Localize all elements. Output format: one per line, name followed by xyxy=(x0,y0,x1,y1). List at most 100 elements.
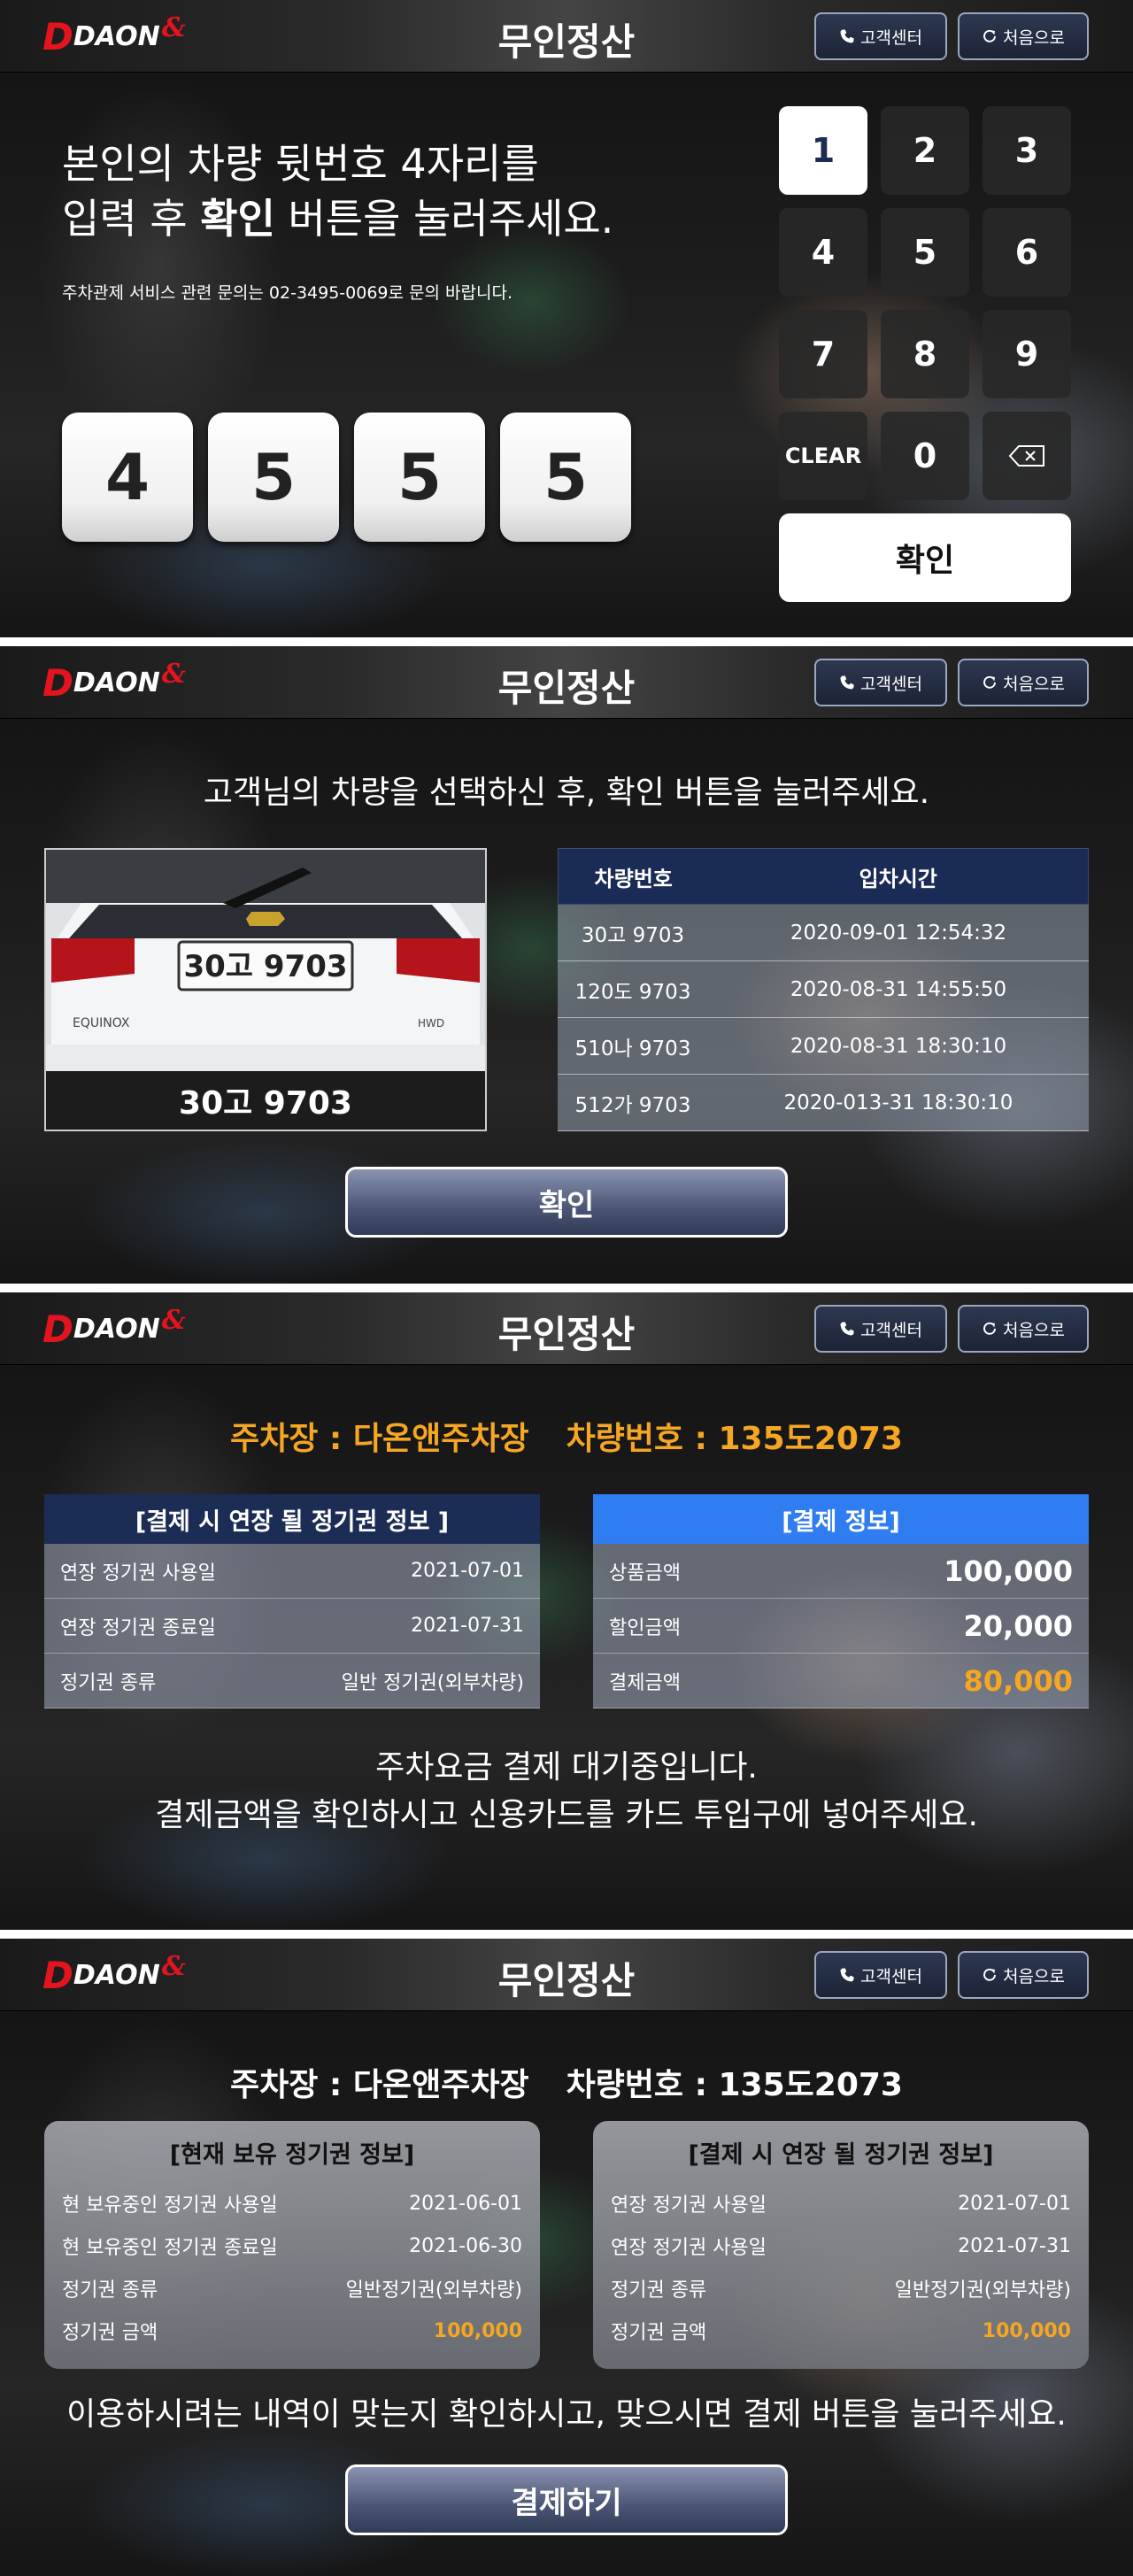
digit-box-3: 5 xyxy=(354,413,485,542)
total-amount: 80,000 xyxy=(963,1663,1073,1698)
refresh-icon xyxy=(983,1322,997,1335)
home-label: 처음으로 xyxy=(1003,27,1065,48)
key-1[interactable]: 1 xyxy=(779,106,867,195)
car-model-text: EQUINOX xyxy=(73,1016,130,1030)
home-button[interactable]: 처음으로 xyxy=(958,1305,1089,1353)
table-header: 차량번호 입차시간 xyxy=(558,848,1089,905)
cell-plate: 120도 9703 xyxy=(574,980,691,1004)
payment-info-table: [결제 정보] 상품금액 100,000 할인금액 20,000 결제금액 80,00… xyxy=(593,1494,1089,1708)
key-0[interactable]: 0 xyxy=(881,412,969,500)
row-label: 정기권 종류 xyxy=(611,2279,707,2302)
extension-pass-title: [결제 시 연장 될 정기권 정보] xyxy=(688,2141,994,2169)
key-5[interactable]: 5 xyxy=(881,208,969,297)
table-row: 정기권 종류 일반정기권(외부차량) xyxy=(44,2267,540,2310)
home-button[interactable]: 처음으로 xyxy=(958,1951,1089,1999)
key-backspace[interactable] xyxy=(983,412,1071,500)
table-row: 현 보유중인 정기권 종료일 2021-06-30 xyxy=(44,2225,540,2267)
parking-name: 주차장 : 다온앤주차장 xyxy=(230,2067,529,2103)
row-label: 결제금액 xyxy=(609,1671,681,1694)
key-7[interactable]: 7 xyxy=(779,310,867,398)
table-row[interactable]: 30고 9703 2020-09-01 12:54:32 xyxy=(558,905,1089,961)
row-label: 현 보유중인 정기권 종료일 xyxy=(62,2237,278,2259)
table-row: 정기권 종류 일반정기권(외부차량) xyxy=(593,2267,1089,2310)
parking-name: 주차장 : 다온앤주차장 xyxy=(230,1421,529,1457)
confirm-message: 이용하시려는 내역이 맞는지 확인하시고, 맞으시면 결제 버튼을 눌러주세요. xyxy=(66,2396,1067,2433)
message-line2: 결제금액을 확인하시고 신용카드를 카드 투입구에 넣어주세요. xyxy=(155,1797,978,1833)
key-6[interactable]: 6 xyxy=(983,208,1071,297)
key-8[interactable]: 8 xyxy=(881,310,969,398)
refresh-icon xyxy=(983,1968,997,1981)
vehicle-table: 차량번호 입차시간 30고 9703 2020-09-01 12:54:32 1… xyxy=(558,848,1089,1131)
table-row[interactable]: 120도 9703 2020-08-31 14:55:50 xyxy=(558,961,1089,1018)
pay-button[interactable]: 결제하기 xyxy=(345,2464,788,2535)
customer-center-button[interactable]: 고객센터 xyxy=(814,1951,947,1999)
pass-amount: 100,000 xyxy=(433,2319,522,2342)
table-row: 연장 정기권 사용일 2021-07-01 xyxy=(44,1544,540,1599)
vehicle-photo: 30고 9703 EQUINOX HWD xyxy=(46,850,485,1071)
header-bar: D DAON & 무인정산 고객센터 처음으로 xyxy=(0,1939,1133,2011)
home-label: 처음으로 xyxy=(1003,1320,1065,1340)
home-button[interactable]: 처음으로 xyxy=(958,12,1089,60)
row-value: 2021-07-01 xyxy=(411,1560,524,1582)
customer-center-button[interactable]: 고객센터 xyxy=(814,1305,947,1353)
cell-time: 2020-08-31 18:30:10 xyxy=(790,1034,1007,1058)
customer-center-button[interactable]: 고객센터 xyxy=(814,659,947,706)
row-value: 100,000 xyxy=(944,1554,1073,1588)
row-label: 연장 정기권 종료일 xyxy=(60,1616,216,1639)
header-entry-time: 입차시간 xyxy=(859,866,937,891)
key-3[interactable]: 3 xyxy=(983,106,1071,195)
table-row: 상품금액 100,000 xyxy=(593,1544,1089,1599)
plate-instruction: 본인의 차량 뒷번호 4자리를 입력 후 확인 버튼을 눌러주세요. xyxy=(62,136,613,246)
select-instruction: 고객님의 차량을 선택하신 후, 확인 버튼을 눌러주세요. xyxy=(203,775,930,811)
contact-info: 주차관제 서비스 관련 문의는 02-3495-0069로 문의 바랍니다. xyxy=(62,283,513,303)
header-bar: D DAON & 무인정산 고객센터 처음으로 xyxy=(0,646,1133,719)
row-label: 연장 정기권 사용일 xyxy=(60,1562,216,1585)
screen-vehicle-select: D DAON & 무인정산 고객센터 처음으로 고객님의 차량을 선택하신 후,… xyxy=(0,646,1133,1284)
digit-box-2: 5 xyxy=(208,413,339,542)
payment-info-title: [결제 정보] xyxy=(593,1494,1089,1544)
key-2[interactable]: 2 xyxy=(881,106,969,195)
phone-icon xyxy=(840,675,854,690)
digit-box-1: 4 xyxy=(62,413,193,542)
table-row: 연장 정기권 종료일 2021-07-31 xyxy=(44,1599,540,1654)
customer-center-label: 고객센터 xyxy=(860,1966,922,1986)
table-row: 연장 정기권 사용일 2021-07-31 xyxy=(593,2225,1089,2267)
message-line1: 주차요금 결제 대기중입니다. xyxy=(375,1749,758,1785)
screen-pass-confirm: D DAON & 무인정산 고객센터 처음으로 주차장 : 다온앤주차장 차량번호… xyxy=(0,1939,1133,2576)
key-clear[interactable]: CLEAR xyxy=(779,412,867,500)
instruction-line1: 본인의 차량 뒷번호 4자리를 xyxy=(62,140,539,188)
table-row: 정기권 금액 100,000 xyxy=(593,2310,1089,2352)
phone-icon xyxy=(840,29,854,43)
header-bar: D DAON & 무인정산 고객센터 처음으로 xyxy=(0,1292,1133,1365)
parking-info: 주차장 : 다온앤주차장 차량번호 : 135도2073 xyxy=(0,2059,1133,2105)
payment-message: 주차요금 결제 대기중입니다. 결제금액을 확인하시고 신용카드를 카드 투입구… xyxy=(0,1744,1133,1839)
home-label: 처음으로 xyxy=(1003,1966,1065,1986)
cell-time: 2020-08-31 14:55:50 xyxy=(790,977,1007,1001)
instruction-bold: 확인 xyxy=(200,195,275,243)
current-pass-title: [현재 보유 정기권 정보] xyxy=(169,2141,415,2169)
home-button[interactable]: 처음으로 xyxy=(958,659,1089,706)
header-bar: D DAON & 무인정산 고객센터 처음으로 xyxy=(0,0,1133,73)
pass-amount: 100,000 xyxy=(982,2319,1071,2342)
confirm-button[interactable]: 확인 xyxy=(779,513,1071,602)
refresh-icon xyxy=(983,675,997,689)
vehicle-photo-card[interactable]: 30고 9703 EQUINOX HWD 30고 9703 xyxy=(44,848,487,1131)
table-row: 결제금액 80,000 xyxy=(593,1654,1089,1708)
key-4[interactable]: 4 xyxy=(779,208,867,297)
backspace-icon xyxy=(1008,445,1044,467)
row-label: 할인금액 xyxy=(609,1616,681,1639)
row-label: 정기권 금액 xyxy=(62,2322,158,2344)
key-9[interactable]: 9 xyxy=(983,310,1071,398)
table-row: 정기권 종류 일반 정기권(외부차량) xyxy=(44,1654,540,1708)
phone-icon xyxy=(840,1322,854,1336)
row-value: 20,000 xyxy=(963,1608,1073,1643)
plate-text: 30고 9703 xyxy=(183,949,347,984)
table-row[interactable]: 510나 9703 2020-08-31 18:30:10 xyxy=(558,1018,1089,1075)
table-row[interactable]: 512가 9703 2020-013-31 18:30:10 xyxy=(558,1075,1089,1131)
row-value: 일반 정기권(외부차량) xyxy=(341,1671,524,1694)
customer-center-button[interactable]: 고객센터 xyxy=(814,12,947,60)
row-value: 2021-06-30 xyxy=(409,2234,522,2257)
confirm-button[interactable]: 확인 xyxy=(345,1167,788,1238)
extension-info-table: [결제 시 연장 될 정기권 정보 ] 연장 정기권 사용일 2021-07-01… xyxy=(44,1494,540,1708)
row-label: 현 보유중인 정기권 사용일 xyxy=(62,2194,278,2217)
